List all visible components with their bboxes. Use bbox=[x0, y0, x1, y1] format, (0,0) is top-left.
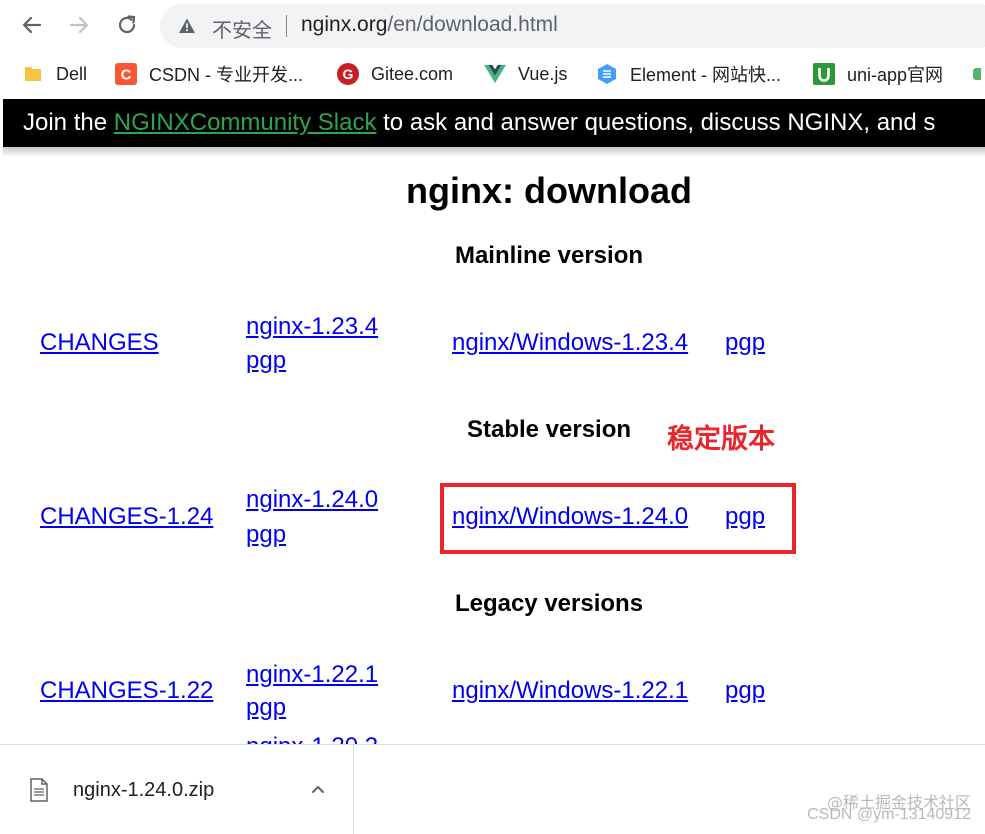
bookmark-label: Gitee.com bbox=[371, 63, 454, 84]
csdn-icon: C bbox=[115, 63, 137, 85]
stable-heading: Stable version bbox=[466, 416, 632, 443]
element-icon bbox=[596, 63, 618, 85]
changes-link[interactable]: CHANGES bbox=[40, 328, 159, 358]
source-link[interactable]: nginx-1.24.0 bbox=[246, 485, 378, 515]
windows-pgp-link[interactable]: pgp bbox=[725, 676, 765, 706]
bookmark-label: Vue.js bbox=[518, 63, 568, 84]
windows-pgp-link[interactable]: pgp bbox=[725, 328, 765, 358]
bookmarks-bar: Dell C CSDN - 专业开发... G Gitee.com Vue.js… bbox=[0, 52, 985, 96]
reload-button[interactable] bbox=[111, 9, 143, 41]
forward-button[interactable] bbox=[63, 9, 95, 41]
page-title: nginx: download bbox=[406, 170, 692, 211]
download-item[interactable]: nginx-1.24.0.zip bbox=[0, 745, 354, 834]
nginx-community-slack-link[interactable]: NGINXCommunity Slack bbox=[114, 109, 377, 136]
url-host: nginx.org bbox=[301, 13, 388, 36]
banner-shadow bbox=[3, 147, 985, 157]
address-separator bbox=[286, 15, 287, 37]
bookmark-dell[interactable]: Dell bbox=[22, 60, 87, 88]
bookmark-csdn[interactable]: C CSDN - 专业开发... bbox=[115, 60, 303, 88]
uniapp-icon bbox=[813, 63, 835, 85]
bookmark-element[interactable]: Element - 网站快... bbox=[596, 60, 781, 88]
warning-icon[interactable] bbox=[178, 17, 196, 35]
banner-text-suffix: to ask and answer questions, discuss NGI… bbox=[376, 109, 936, 136]
file-icon bbox=[30, 778, 48, 802]
svg-text:G: G bbox=[343, 66, 354, 82]
bookmark-label: Dell bbox=[56, 63, 88, 84]
windows-link[interactable]: nginx/Windows-1.23.4 bbox=[452, 328, 688, 358]
browser-toolbar: 不安全 nginx.org/en/download.html bbox=[0, 0, 985, 52]
back-button[interactable] bbox=[16, 9, 48, 41]
url-path: /en/download.html bbox=[387, 13, 558, 36]
source-link[interactable]: nginx-1.23.4 bbox=[246, 312, 378, 342]
bookmark-label: CSDN - 专业开发... bbox=[149, 65, 304, 85]
bookmark-vue[interactable]: Vue.js bbox=[484, 60, 567, 88]
source-pgp-link[interactable]: pgp bbox=[246, 693, 286, 723]
stable-version-annotation: 稳定版本 bbox=[667, 424, 775, 455]
windows-link[interactable]: nginx/Windows-1.24.0 bbox=[452, 502, 688, 532]
bookmark-label: uni-app官网 bbox=[847, 65, 944, 85]
source-pgp-link[interactable]: pgp bbox=[246, 346, 286, 376]
arrow-left-icon bbox=[22, 16, 42, 34]
source-pgp-link[interactable]: pgp bbox=[246, 520, 286, 550]
windows-pgp-link[interactable]: pgp bbox=[725, 502, 765, 532]
url-text[interactable]: nginx.org/en/download.html bbox=[301, 13, 558, 37]
bookmark-label: Element - 网站快... bbox=[630, 65, 782, 85]
windows-link[interactable]: nginx/Windows-1.22.1 bbox=[452, 676, 688, 706]
address-bar[interactable]: 不安全 nginx.org/en/download.html bbox=[160, 4, 985, 48]
svg-text:C: C bbox=[121, 67, 132, 84]
vue-icon bbox=[484, 63, 506, 85]
bookmark-gitee[interactable]: G Gitee.com bbox=[337, 60, 453, 88]
security-status[interactable]: 不安全 bbox=[212, 14, 272, 43]
source-link[interactable]: nginx-1.22.1 bbox=[246, 660, 378, 690]
download-file-name: nginx-1.24.0.zip bbox=[73, 779, 215, 801]
watermark-line2: CSDN @ym-13140912 bbox=[807, 806, 971, 823]
gitee-icon: G bbox=[337, 63, 359, 85]
changes-link[interactable]: CHANGES-1.24 bbox=[40, 502, 213, 532]
reload-icon bbox=[118, 15, 136, 34]
mainline-heading: Mainline version bbox=[454, 242, 644, 269]
arrow-right-icon bbox=[69, 16, 89, 34]
changes-link[interactable]: CHANGES-1.22 bbox=[40, 676, 213, 706]
bookmark-overflow-icon[interactable] bbox=[973, 68, 981, 80]
community-banner: Join the NGINXCommunity Slack to ask and… bbox=[3, 99, 985, 147]
bookmark-uniapp[interactable]: uni-app官网 bbox=[813, 60, 943, 88]
folder-icon bbox=[22, 63, 44, 85]
chevron-up-icon[interactable] bbox=[310, 781, 326, 797]
banner-text-prefix: Join the bbox=[23, 109, 114, 136]
legacy-heading: Legacy versions bbox=[454, 590, 644, 617]
